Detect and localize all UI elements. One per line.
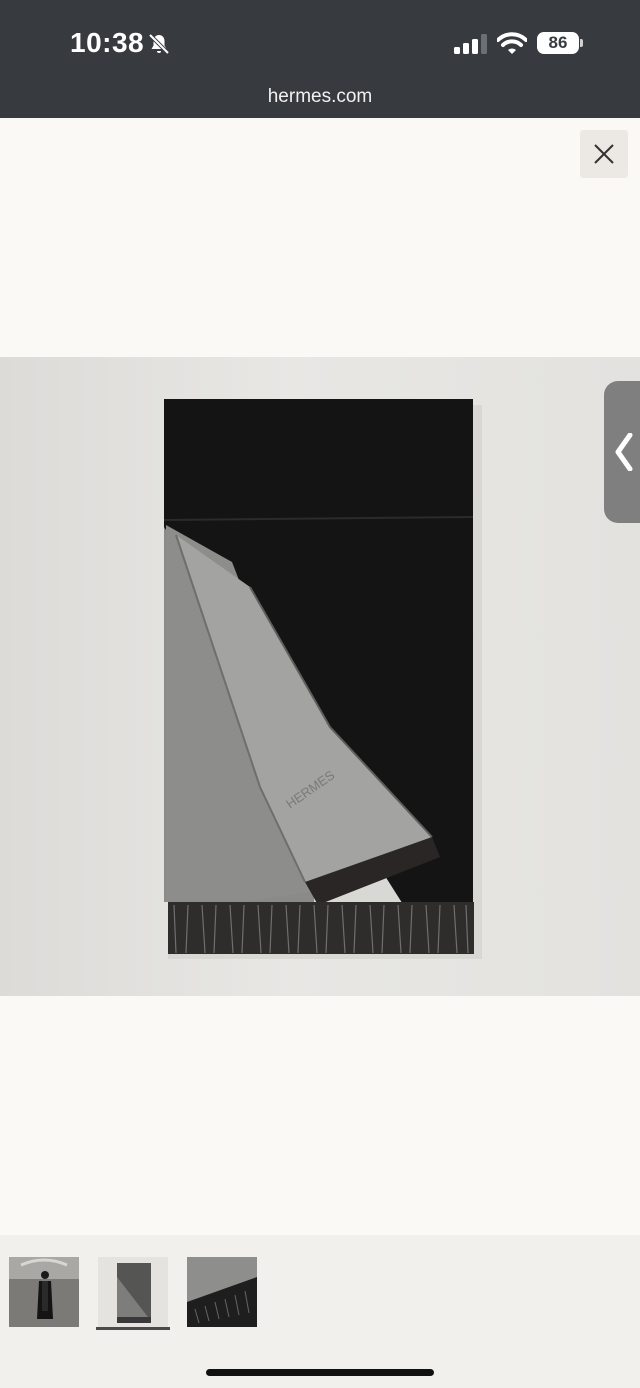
status-bar: 10:38 86 hermes.com [0, 0, 640, 118]
fringe-detail-photo-icon [187, 1257, 257, 1327]
thumbnail-strip [0, 1235, 640, 1388]
close-button[interactable] [580, 130, 628, 178]
battery-tip [580, 39, 583, 47]
bell-slash-icon [148, 33, 170, 55]
signal-icon [454, 34, 487, 54]
status-time: 10:38 [70, 27, 145, 58]
thumbnail-fringe-detail[interactable] [187, 1257, 257, 1327]
model-photo-icon [9, 1257, 79, 1327]
product-image[interactable]: HERMES [0, 357, 640, 996]
chevron-left-icon [615, 433, 633, 471]
wifi-icon [497, 32, 527, 54]
close-icon [594, 144, 614, 164]
previous-image-button[interactable] [604, 381, 640, 523]
scarf-illustration: HERMES [163, 399, 482, 959]
home-indicator[interactable] [206, 1369, 434, 1376]
address-bar-url[interactable]: hermes.com [0, 86, 640, 108]
thumbnail-model[interactable] [9, 1257, 79, 1327]
battery-icon: 86 [537, 32, 579, 54]
thumbnail-scarf[interactable] [98, 1257, 168, 1327]
scarf-photo-icon [98, 1257, 168, 1327]
selected-thumbnail-indicator [96, 1327, 170, 1330]
